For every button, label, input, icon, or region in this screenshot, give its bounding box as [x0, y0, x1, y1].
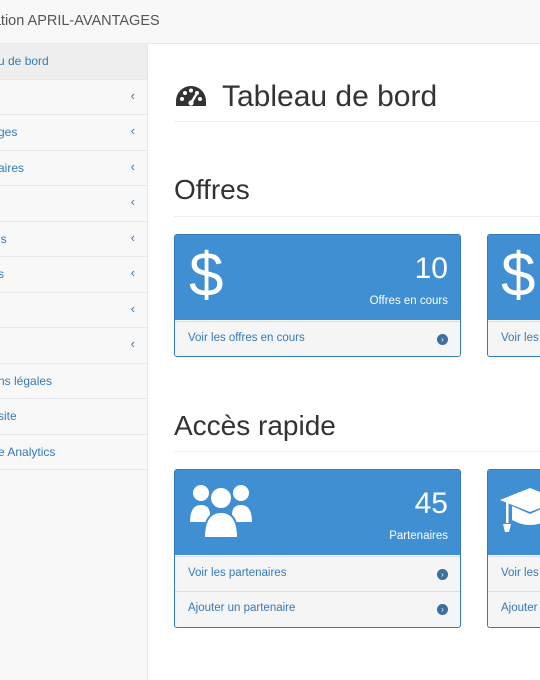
- sidebar-item-label: e Analytics: [0, 444, 56, 459]
- chevron-left-icon: ‹: [130, 265, 135, 280]
- sidebar-item-2[interactable]: ges ‹: [0, 115, 147, 151]
- sidebar-item-label: s: [0, 267, 4, 281]
- ajouter-link[interactable]: Ajouter: [488, 591, 540, 626]
- chevron-left-icon: ‹: [130, 87, 135, 103]
- sidebar-item-label: ns légales: [0, 373, 53, 388]
- users-icon: [190, 485, 252, 539]
- sidebar-item-5[interactable]: ls ‹: [0, 222, 147, 257]
- page-title-text: Tableau de bord: [222, 80, 438, 113]
- chevron-left-icon: ‹: [130, 194, 135, 209]
- chevron-left-icon: ‹: [130, 229, 135, 245]
- offres-panel-2: $ Voir les: [487, 234, 540, 357]
- sidebar-item-6[interactable]: s ‹: [0, 257, 147, 293]
- offres-count: 10: [414, 252, 448, 285]
- link-text: Ajouter un partenaire: [188, 602, 296, 614]
- voir-partenaires-link[interactable]: Voir les partenaires ›: [175, 556, 460, 591]
- sidebar-item-site[interactable]: site: [0, 399, 147, 435]
- panel-heading: 45 Partenaires: [175, 470, 460, 555]
- divider: [174, 451, 540, 452]
- divider: [174, 216, 540, 217]
- brand-title[interactable]: tration APRIL-AVANTAGES: [0, 13, 160, 29]
- ajouter-partenaire-link[interactable]: Ajouter un partenaire ›: [175, 591, 460, 626]
- sidebar-item-1[interactable]: l ‹: [0, 80, 147, 115]
- main-content: Tableau de bord Offres $ 10 Offres en co…: [148, 44, 540, 680]
- dollar-icon: $: [501, 241, 536, 310]
- sidebar-item-8[interactable]: ‹: [0, 328, 147, 364]
- sidebar-item-label: site: [0, 409, 17, 423]
- arrow-circle-right-icon: ›: [437, 604, 448, 615]
- sidebar-item-label: ls: [0, 231, 7, 246]
- graduation-cap-icon: [500, 488, 540, 532]
- arrow-circle-right-icon: ›: [437, 569, 448, 580]
- sidebar-item-mentions-legales[interactable]: ns légales: [0, 364, 147, 399]
- sidebar-item-analytics[interactable]: e Analytics: [0, 435, 147, 470]
- offres-en-cours-panel: $ 10 Offres en cours Voir les offres en …: [174, 234, 461, 357]
- arrow-circle-right-icon: ›: [437, 334, 448, 345]
- voir-offres-link[interactable]: Voir les offres en cours ›: [175, 321, 460, 356]
- sidebar-item-7[interactable]: ‹: [0, 293, 147, 328]
- page-title: Tableau de bord: [174, 80, 437, 114]
- link-text: Voir les partenaires: [188, 567, 287, 579]
- sidebar-item-4[interactable]: ‹: [0, 186, 147, 222]
- voir-link[interactable]: Voir les: [488, 321, 540, 356]
- sidebar-item-label: aires: [0, 160, 25, 175]
- partenaires-caption: Partenaires: [389, 530, 448, 542]
- sidebar-item-label: ges: [0, 125, 18, 139]
- chevron-left-icon: ‹: [130, 336, 135, 351]
- link-text: Ajouter: [501, 602, 538, 614]
- chevron-left-icon: ‹: [130, 123, 135, 138]
- panel-heading: $: [488, 235, 540, 320]
- dollar-icon: $: [189, 241, 224, 310]
- sidebar-item-3[interactable]: aires ‹: [0, 151, 147, 186]
- section-title-acces-rapide: Accès rapide: [174, 410, 336, 441]
- top-navbar: tration APRIL-AVANTAGES: [0, 0, 540, 44]
- sidebar: u de bord l ‹ ges ‹ aires ‹ ‹ ls ‹ s ‹ ‹…: [0, 44, 148, 680]
- sidebar-item-tableau-de-bord[interactable]: u de bord: [0, 44, 147, 80]
- panel-heading: $ 10 Offres en cours: [175, 235, 460, 320]
- sidebar-item-label: u de bord: [0, 54, 49, 68]
- chevron-left-icon: ‹: [130, 300, 135, 316]
- link-text: Voir les: [501, 567, 539, 579]
- link-text: Voir les offres en cours: [188, 332, 305, 344]
- dashboard-icon: [176, 86, 206, 106]
- sidebar-item-label: l: [0, 90, 1, 104]
- voir-link[interactable]: Voir les: [488, 556, 540, 591]
- section-title-offres: Offres: [174, 174, 250, 205]
- partenaires-panel: 45 Partenaires Voir les partenaires › Aj…: [174, 469, 461, 628]
- link-text: Voir les: [501, 332, 539, 344]
- partenaires-count: 45: [414, 487, 448, 520]
- divider: [174, 121, 540, 122]
- panel-heading: [488, 470, 540, 555]
- acces-panel-2: Voir les Ajouter: [487, 469, 540, 628]
- chevron-left-icon: ‹: [130, 158, 135, 174]
- offres-caption: Offres en cours: [369, 295, 448, 307]
